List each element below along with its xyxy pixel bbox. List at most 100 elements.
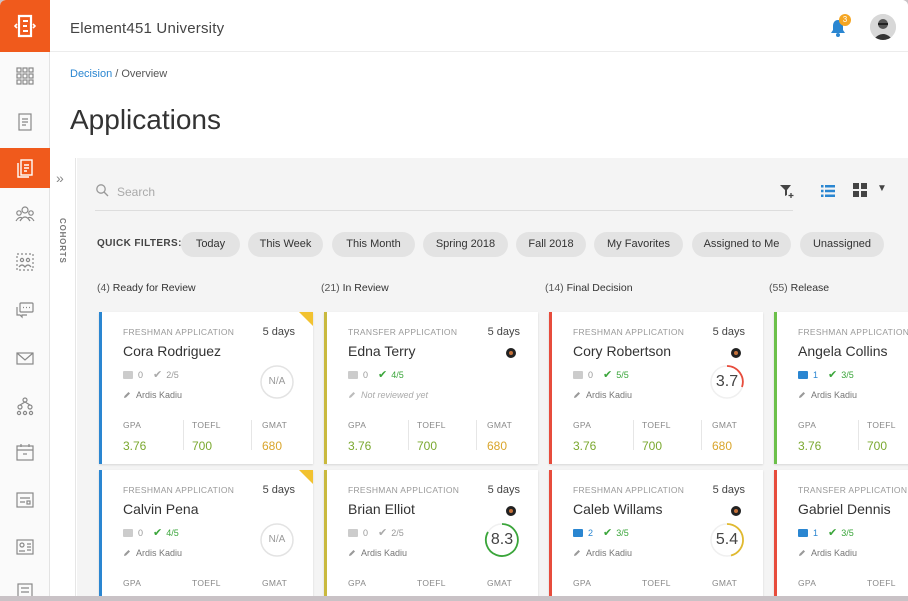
favorite-corner-flag bbox=[299, 312, 313, 326]
quick-filter-this-month[interactable]: This Month bbox=[332, 232, 415, 257]
workflow-icon[interactable] bbox=[0, 386, 50, 426]
pencil-icon bbox=[799, 392, 805, 398]
quick-filters-label: QUICK FILTERS: bbox=[97, 238, 182, 249]
quick-filter-spring-2018[interactable]: Spring 2018 bbox=[423, 232, 508, 257]
reviewer: Ardis Kadiu bbox=[798, 548, 857, 558]
chevron-down-icon[interactable]: ▼ bbox=[877, 183, 887, 194]
application-card[interactable]: TRANSFER APPLICATION Gabriel Dennis 1 ✔ … bbox=[774, 470, 908, 601]
card-meta: 1 ✔ 3/5 bbox=[798, 526, 854, 539]
checklist-count: 3/5 bbox=[616, 527, 629, 538]
forms-icon[interactable] bbox=[0, 480, 50, 520]
checkmark-icon: ✔ bbox=[603, 527, 613, 539]
gpa-value: 3.76 bbox=[348, 439, 372, 453]
gpa-label: GPA bbox=[348, 420, 367, 430]
checkmark-icon: ✔ bbox=[828, 369, 838, 381]
toefl-stat: TOEFL 700 bbox=[867, 420, 908, 458]
double-chevron-right-icon[interactable]: » bbox=[56, 170, 64, 186]
mail-count: 1 bbox=[813, 369, 819, 380]
notification-count-badge: 3 bbox=[839, 14, 851, 26]
people-icon[interactable] bbox=[0, 194, 50, 234]
score-value: 3.7 bbox=[715, 373, 739, 390]
applicant-name: Angela Collins bbox=[798, 343, 888, 359]
days-in-stage: 5 days bbox=[262, 326, 295, 338]
quick-filter-unassigned[interactable]: Unassigned bbox=[800, 232, 884, 257]
reviewer: Not reviewed yet bbox=[348, 390, 428, 400]
assignee-avatar[interactable] bbox=[731, 348, 741, 358]
breadcrumb-separator: / bbox=[115, 68, 119, 80]
list-view-icon[interactable] bbox=[820, 183, 836, 199]
application-card[interactable]: FRESHMAN APPLICATION 5 days Brian Elliot… bbox=[324, 470, 538, 601]
cohorts-panel[interactable]: » COHORTS bbox=[50, 158, 76, 601]
toefl-label: TOEFL bbox=[192, 420, 221, 430]
score-value: N/A bbox=[268, 534, 286, 545]
stat-divider bbox=[701, 420, 702, 450]
gmat-label: GMAT bbox=[712, 420, 738, 430]
favorite-corner-flag bbox=[299, 470, 313, 484]
segments-icon[interactable] bbox=[0, 242, 50, 282]
mail-icon bbox=[348, 528, 358, 537]
column-title: Release bbox=[790, 282, 830, 294]
gpa-value: 3.76 bbox=[798, 439, 822, 453]
document-icon[interactable] bbox=[0, 102, 50, 142]
toefl-label: TOEFL bbox=[417, 420, 446, 430]
avatar-image bbox=[870, 14, 896, 40]
quick-filter-today[interactable]: Today bbox=[181, 232, 240, 257]
application-card[interactable]: FRESHMAN APPLICATION Angela Collins 1 ✔ … bbox=[774, 312, 908, 464]
application-card[interactable]: FRESHMAN APPLICATION 5 days Caleb Willam… bbox=[549, 470, 763, 601]
quick-filter-my-favorites[interactable]: My Favorites bbox=[594, 232, 683, 257]
quick-filter-assigned-to-me[interactable]: Assigned to Me bbox=[692, 232, 791, 257]
conversations-icon[interactable] bbox=[0, 290, 50, 330]
gmat-value: 680 bbox=[487, 439, 508, 453]
quick-filter-fall-2018[interactable]: Fall 2018 bbox=[516, 232, 586, 257]
search-input[interactable] bbox=[117, 180, 757, 204]
gpa-label: GPA bbox=[573, 420, 592, 430]
stat-divider bbox=[183, 420, 184, 450]
card-meta: 0 ✔ 2/5 bbox=[348, 526, 404, 539]
checkmark-icon: ✔ bbox=[828, 527, 838, 539]
application-type: FRESHMAN APPLICATION bbox=[573, 485, 685, 495]
reviewer-name: Not reviewed yet bbox=[361, 390, 429, 400]
application-type: FRESHMAN APPLICATION bbox=[348, 485, 460, 495]
apps-grid-icon[interactable] bbox=[0, 56, 50, 96]
column-count: (4) bbox=[97, 282, 110, 294]
pencil-icon bbox=[349, 550, 355, 556]
toefl-value: 700 bbox=[867, 439, 888, 453]
assignee-avatar[interactable] bbox=[506, 506, 516, 516]
column-count: (55) bbox=[769, 282, 788, 294]
toefl-label: TOEFL bbox=[192, 578, 221, 588]
application-card[interactable]: FRESHMAN APPLICATION 5 days Cory Roberts… bbox=[549, 312, 763, 464]
breadcrumb: Decision / Overview bbox=[70, 68, 167, 80]
grid-view-icon[interactable] bbox=[853, 183, 867, 197]
calendar-icon[interactable] bbox=[0, 432, 50, 472]
pencil-icon bbox=[574, 550, 580, 556]
application-card[interactable]: FRESHMAN APPLICATION 5 days Cora Rodrigu… bbox=[99, 312, 313, 464]
quick-filter-this-week[interactable]: This Week bbox=[248, 232, 323, 257]
card-meta: 1 ✔ 3/5 bbox=[798, 368, 854, 381]
application-card[interactable]: FRESHMAN APPLICATION 5 days Calvin Pena … bbox=[99, 470, 313, 601]
id-card-icon[interactable] bbox=[0, 527, 50, 567]
gpa-label: GPA bbox=[798, 578, 817, 588]
element451-logo[interactable] bbox=[0, 0, 50, 52]
applications-board: ▼ QUICK FILTERS: Today This Week This Mo… bbox=[77, 158, 908, 601]
applicant-name: Caleb Willams bbox=[573, 501, 663, 517]
column-header-in-review: (21) In Review bbox=[321, 282, 389, 294]
user-avatar[interactable] bbox=[870, 14, 896, 40]
gmat-value: 680 bbox=[262, 439, 283, 453]
assignee-avatar[interactable] bbox=[506, 348, 516, 358]
column-header-final-decision: (14) Final Decision bbox=[545, 282, 633, 294]
breadcrumb-link-decision[interactable]: Decision bbox=[70, 68, 112, 80]
checkmark-icon: ✔ bbox=[153, 369, 163, 381]
test-scores: GPA 3.76 TOEFL 700 GMAT 680 bbox=[123, 420, 303, 460]
column-header-release: (55) Release bbox=[769, 282, 829, 294]
applicant-name: Brian Elliot bbox=[348, 501, 415, 517]
email-icon[interactable] bbox=[0, 338, 50, 378]
applicant-name: Edna Terry bbox=[348, 343, 416, 359]
applications-icon[interactable] bbox=[0, 148, 50, 188]
application-card[interactable]: TRANSFER APPLICATION 5 days Edna Terry 0… bbox=[324, 312, 538, 464]
top-header: Element451 University 3 bbox=[50, 0, 908, 52]
mail-count: 0 bbox=[588, 369, 594, 380]
add-filter-icon[interactable] bbox=[779, 183, 795, 199]
test-scores: GPA 3.76 TOEFL 700 GMAT 680 bbox=[348, 420, 528, 460]
application-type: FRESHMAN APPLICATION bbox=[573, 327, 685, 337]
assignee-avatar[interactable] bbox=[731, 506, 741, 516]
